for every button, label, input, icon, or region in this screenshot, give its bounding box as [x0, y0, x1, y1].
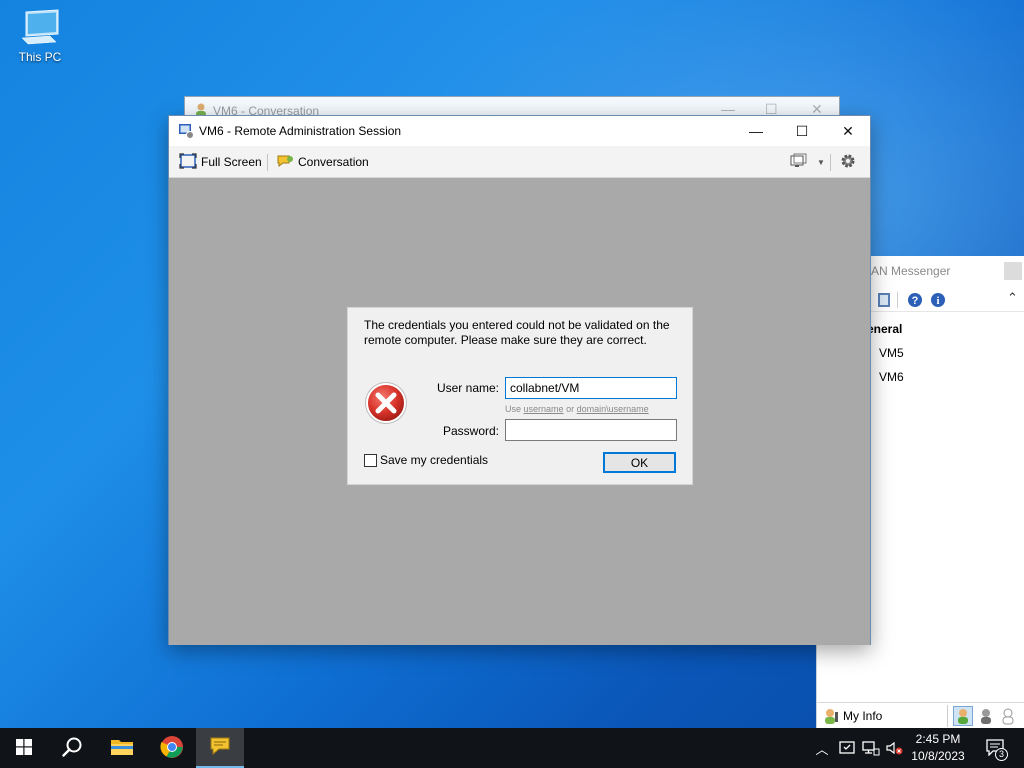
- close-button[interactable]: ✕: [825, 116, 871, 146]
- maximize-button[interactable]: ☐: [779, 116, 825, 146]
- save-credentials-label[interactable]: Save my credentials: [380, 453, 488, 467]
- notification-icon: 3: [985, 738, 1008, 761]
- search-button[interactable]: [48, 728, 96, 768]
- minimize-button[interactable]: —: [733, 116, 779, 146]
- messenger-title: AN Messenger: [871, 264, 951, 278]
- conversation-button[interactable]: Conversation: [276, 152, 369, 172]
- desktop-icon-this-pc[interactable]: This PC: [12, 8, 68, 64]
- display-options-button[interactable]: ▼: [789, 152, 825, 172]
- system-clock[interactable]: 2:45 PM 10/8/2023: [904, 731, 972, 765]
- info-icon[interactable]: i: [930, 292, 946, 311]
- credentials-error-message: The credentials you entered could not be…: [364, 318, 670, 347]
- conversation-label: Conversation: [298, 155, 369, 169]
- minimize-icon: —: [749, 123, 763, 139]
- monitor-icon: [18, 8, 62, 48]
- toolbar-separator: [830, 154, 831, 171]
- taskbar-file-explorer[interactable]: [98, 728, 146, 768]
- save-credentials-checkbox[interactable]: [364, 454, 377, 467]
- hint-or: or: [566, 404, 575, 414]
- toolbar-separator: [897, 292, 898, 308]
- remote-session-area[interactable]: The credentials you entered could not be…: [169, 178, 870, 645]
- status-away-button[interactable]: [977, 707, 995, 728]
- status-offline-button[interactable]: [999, 707, 1017, 728]
- status-online-button[interactable]: [953, 706, 973, 726]
- toolbar-separator: [267, 154, 268, 171]
- contact-item-vm5[interactable]: VM5: [879, 346, 904, 360]
- password-label: Password:: [442, 424, 499, 438]
- start-button[interactable]: [0, 728, 48, 768]
- contact-group-general[interactable]: eneral: [867, 322, 902, 336]
- windows-logo-icon: [16, 738, 32, 758]
- help-icon[interactable]: ?: [907, 292, 923, 311]
- chevron-down-icon: ▼: [817, 157, 825, 167]
- full-screen-label: Full Screen: [201, 155, 262, 169]
- svg-text:i: i: [936, 295, 939, 307]
- folder-icon: [110, 737, 134, 760]
- contact-item-vm6[interactable]: VM6: [879, 370, 904, 384]
- hint-domain-username-link[interactable]: domain\username: [577, 404, 649, 414]
- clock-date: 10/8/2023: [911, 749, 965, 763]
- window-title: VM6 - Remote Administration Session: [199, 124, 402, 138]
- volume-muted-icon[interactable]: [884, 728, 904, 768]
- close-icon: ✕: [842, 122, 854, 139]
- title-bar[interactable]: VM6 - Remote Administration Session — ☐ …: [169, 116, 870, 146]
- remote-admin-window[interactable]: VM6 - Remote Administration Session — ☐ …: [168, 115, 871, 645]
- remote-session-icon: [178, 123, 194, 139]
- clock-time: 2:45 PM: [915, 732, 961, 746]
- notification-count-badge: 3: [995, 748, 1008, 761]
- chevron-up-icon: ︿: [815, 741, 829, 757]
- desktop-icon-label: This PC: [18, 50, 62, 64]
- messenger-chat-icon: [208, 735, 232, 760]
- chrome-icon: [160, 735, 184, 762]
- full-screen-icon: [179, 152, 197, 172]
- settings-button[interactable]: [839, 152, 857, 172]
- session-toolbar: Full Screen Conversation ▼: [169, 146, 870, 178]
- messenger-status-bar: My Info: [817, 702, 1024, 728]
- full-screen-button[interactable]: Full Screen: [179, 152, 262, 172]
- username-hint: Use username or domain\username: [505, 404, 649, 414]
- svg-text:?: ?: [912, 295, 919, 307]
- ok-button[interactable]: OK: [603, 452, 676, 473]
- my-info-icon: [823, 708, 839, 727]
- monitor-icon: [789, 153, 807, 172]
- my-info-label[interactable]: My Info: [843, 709, 882, 723]
- address-book-icon[interactable]: [877, 292, 891, 311]
- error-icon: [363, 380, 409, 426]
- username-label: User name:: [436, 381, 499, 395]
- maximize-icon: ☐: [795, 122, 809, 139]
- tray-security-icon[interactable]: [836, 728, 858, 768]
- network-icon[interactable]: [860, 728, 882, 768]
- taskbar: ︿ 2:45 PM 10/8/2023 3: [0, 728, 1024, 768]
- action-center-button[interactable]: 3: [980, 728, 1010, 768]
- chevron-up-icon[interactable]: ⌃: [1007, 290, 1018, 306]
- password-input[interactable]: [505, 419, 677, 441]
- messenger-close-button[interactable]: [1004, 262, 1022, 280]
- hint-prefix: Use: [505, 404, 522, 414]
- credentials-dialog: The credentials you entered could not be…: [347, 307, 693, 485]
- conversation-icon: [276, 153, 294, 172]
- tray-overflow-button[interactable]: ︿: [812, 728, 832, 768]
- search-icon: [61, 736, 83, 761]
- hint-username-link[interactable]: username: [524, 404, 564, 414]
- status-separator: [947, 705, 948, 727]
- gear-icon: [839, 152, 857, 173]
- taskbar-chrome[interactable]: [148, 728, 196, 768]
- taskbar-lan-messenger[interactable]: [196, 728, 244, 768]
- username-input[interactable]: [505, 377, 677, 399]
